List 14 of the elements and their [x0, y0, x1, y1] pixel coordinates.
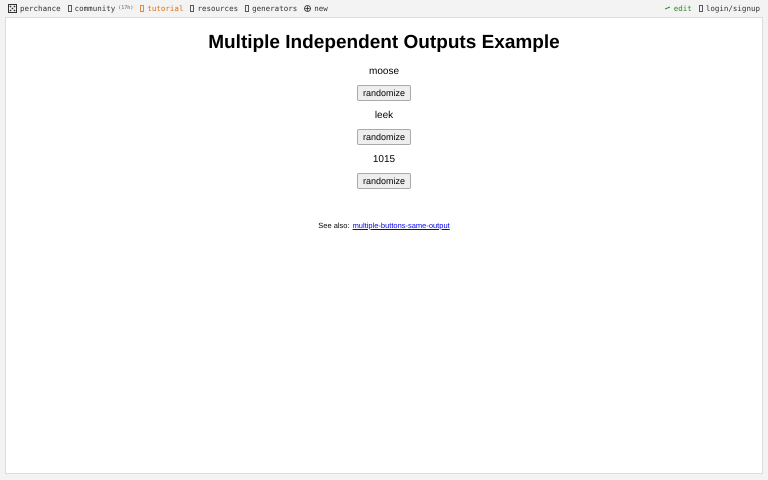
randomize-button[interactable]: randomize [356, 85, 412, 101]
output-text: leek [374, 110, 394, 121]
page-title: Multiple Independent Outputs Example [208, 32, 560, 54]
randomize-button[interactable]: randomize [356, 129, 412, 145]
box-icon [245, 4, 250, 12]
box-icon [68, 4, 72, 12]
box-icon [190, 4, 194, 12]
randomize-button[interactable]: randomize [356, 173, 412, 189]
box-icon [698, 4, 703, 12]
output-text: moose [368, 66, 399, 77]
box-icon [140, 4, 144, 12]
plus-icon [304, 4, 312, 12]
output-text: 1015 [372, 154, 396, 165]
dice-icon [8, 4, 17, 12]
